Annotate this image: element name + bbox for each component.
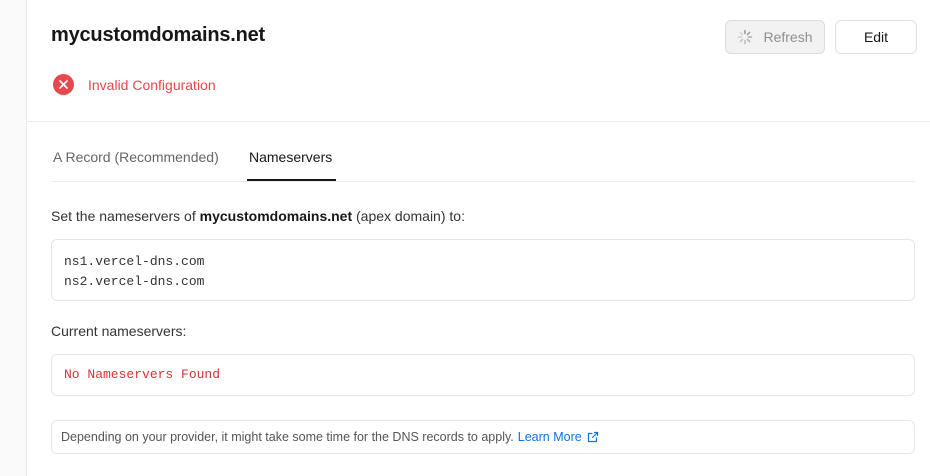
current-nameservers-label: Current nameservers: bbox=[51, 323, 187, 339]
note-text: Depending on your provider, it might tak… bbox=[61, 430, 514, 444]
active-tab-indicator bbox=[247, 179, 336, 181]
domain-status: Invalid Configuration bbox=[53, 74, 216, 95]
instructions-domain: mycustomdomains.net bbox=[199, 208, 353, 224]
instructions-prefix: Set the nameservers of bbox=[51, 208, 200, 224]
domain-card: mycustomdomains.net Invalid Configuratio… bbox=[26, 0, 930, 476]
learn-more-link[interactable]: Learn More bbox=[518, 430, 599, 444]
tab-nameservers[interactable]: Nameservers bbox=[249, 149, 332, 165]
edit-button[interactable]: Edit bbox=[835, 20, 917, 54]
nameserver-instructions: Set the nameservers of mycustomdomains.n… bbox=[51, 208, 465, 224]
domain-title: mycustomdomains.net bbox=[51, 24, 266, 46]
status-label: Invalid Configuration bbox=[88, 76, 216, 93]
tab-a-record[interactable]: A Record (Recommended) bbox=[53, 149, 219, 165]
nameserver-line: ns1.vercel-dns.com bbox=[64, 254, 205, 269]
refresh-label: Refresh bbox=[763, 29, 813, 45]
domain-header: mycustomdomains.net Invalid Configuratio… bbox=[27, 0, 930, 122]
record-tabs: A Record (Recommended) Nameservers bbox=[51, 138, 915, 182]
propagation-note: Depending on your provider, it might tak… bbox=[51, 420, 915, 454]
external-link-icon bbox=[587, 431, 599, 443]
nameserver-line: ns2.vercel-dns.com bbox=[64, 274, 205, 289]
current-nameservers-box: No Nameservers Found bbox=[51, 354, 915, 396]
learn-more-label: Learn More bbox=[517, 430, 582, 444]
refresh-button[interactable]: Refresh bbox=[725, 20, 825, 54]
instructions-suffix: (apex domain) to: bbox=[352, 208, 465, 224]
spinner-icon bbox=[737, 29, 753, 45]
required-nameservers-box[interactable]: ns1.vercel-dns.com ns2.vercel-dns.com bbox=[51, 239, 915, 301]
current-nameservers-value: No Nameservers Found bbox=[64, 367, 221, 382]
x-circle-icon bbox=[53, 74, 74, 95]
